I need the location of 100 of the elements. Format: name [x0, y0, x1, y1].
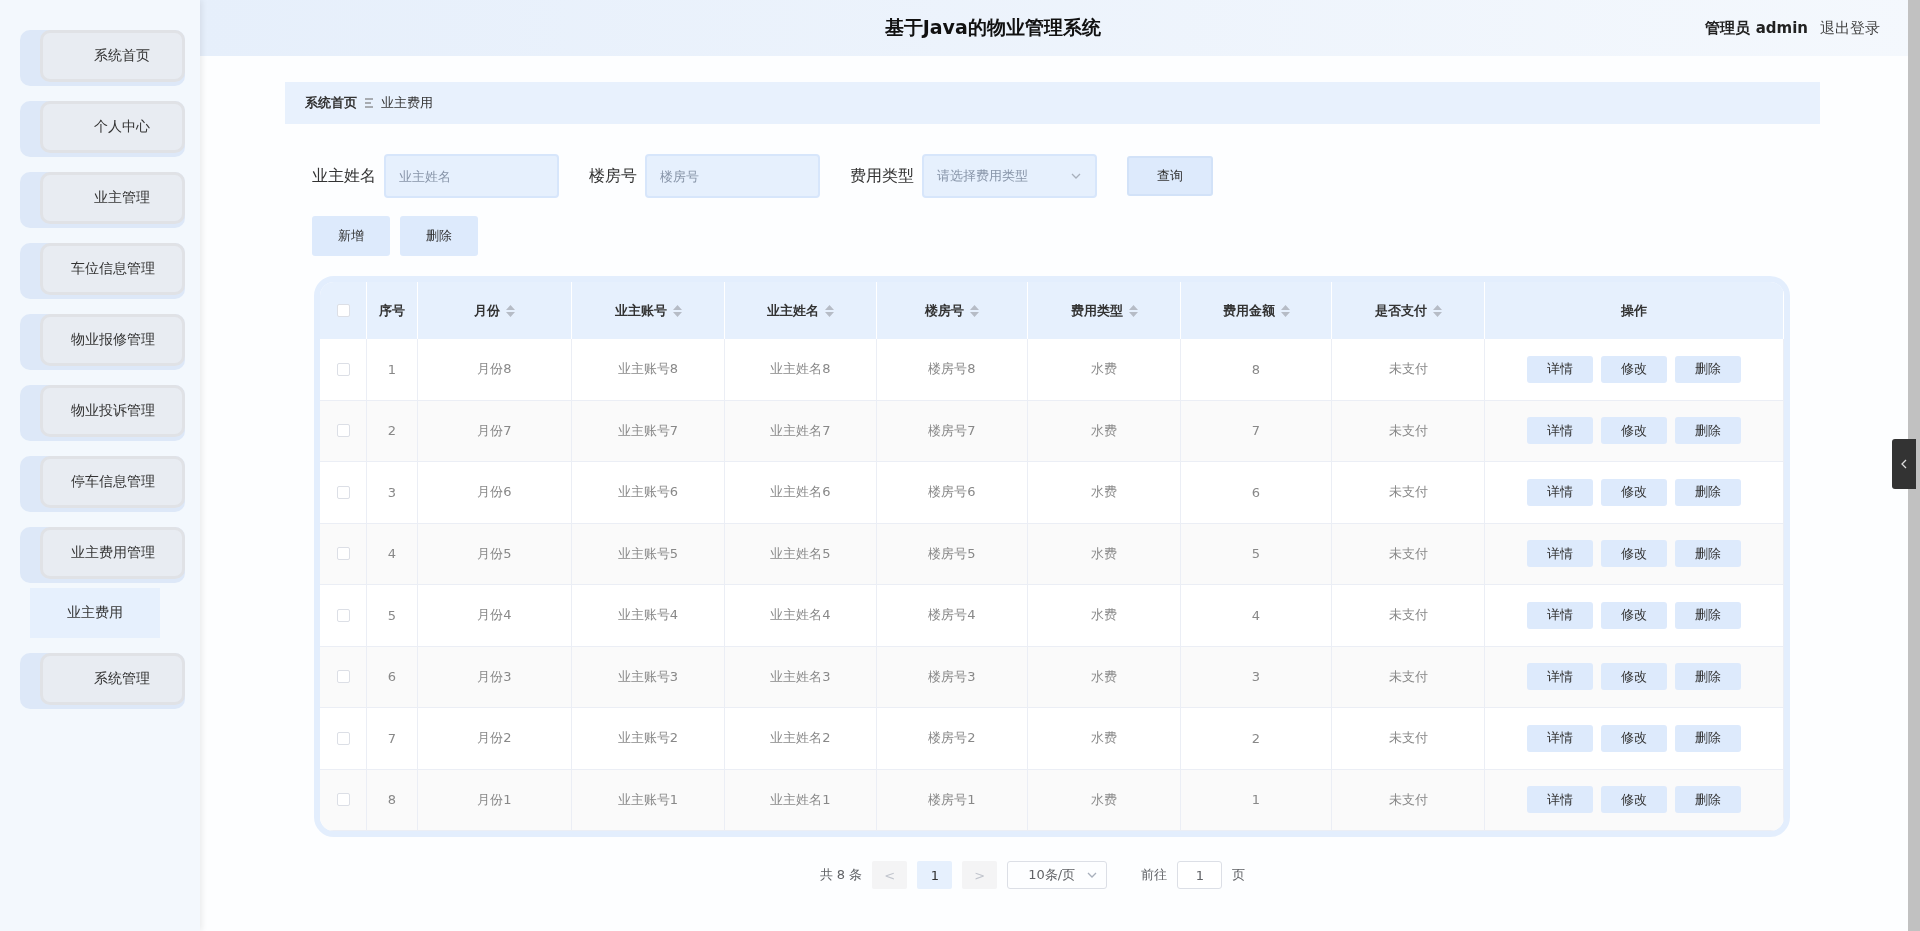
goto-label: 前往 — [1141, 866, 1168, 884]
column-header: 费用类型 — [1070, 301, 1123, 320]
delete-button[interactable]: 删除 — [1675, 417, 1741, 445]
checkbox[interactable] — [336, 793, 350, 807]
sidebar-item[interactable]: 系统管理 — [20, 653, 185, 709]
sort-icon[interactable] — [1280, 304, 1290, 317]
table-cell: 未支付 — [1388, 483, 1428, 502]
edit-button[interactable]: 修改 — [1601, 786, 1667, 814]
detail-button[interactable]: 详情 — [1527, 417, 1593, 445]
table-cell: 8 — [387, 792, 397, 808]
table-cell: 水费 — [1091, 667, 1117, 686]
detail-button[interactable]: 详情 — [1527, 355, 1593, 383]
table-cell: 未支付 — [1388, 544, 1428, 563]
detail-button[interactable]: 详情 — [1527, 786, 1593, 814]
column-header: 操作 — [1621, 301, 1647, 320]
table-cell: 7 — [387, 730, 397, 746]
sort-icon[interactable] — [1128, 304, 1138, 317]
checkbox[interactable] — [336, 362, 350, 376]
delete-button[interactable]: 删除 — [1675, 724, 1741, 752]
table-cell: 8 — [1251, 361, 1261, 377]
table-cell: 业主姓名1 — [770, 790, 831, 809]
checkbox[interactable] — [336, 608, 350, 622]
column-header: 是否支付 — [1374, 301, 1427, 320]
table-cell: 水费 — [1091, 606, 1117, 625]
submenu-item[interactable]: 业主费用 — [30, 588, 160, 638]
table-cell: 月份5 — [477, 544, 512, 563]
logout-link[interactable]: 退出登录 — [1820, 18, 1880, 38]
sidebar-item[interactable]: 业主管理 — [20, 172, 185, 228]
column-header: 楼房号 — [925, 301, 964, 320]
delete-button[interactable]: 删除 — [1675, 355, 1741, 383]
sort-icon[interactable] — [672, 304, 682, 317]
table-cell: 业主账号5 — [617, 544, 679, 563]
delete-button[interactable]: 删除 — [1675, 786, 1741, 814]
side-tab[interactable] — [1892, 439, 1916, 489]
delete-button[interactable]: 删除 — [1675, 540, 1741, 568]
table-cell: 4 — [1251, 607, 1261, 623]
table-cell: 水费 — [1091, 544, 1117, 563]
table-cell: 业主账号4 — [617, 606, 679, 625]
sidebar-item[interactable]: 物业报修管理 — [20, 314, 185, 370]
input-field[interactable]: 楼房号 — [645, 154, 820, 198]
sort-icon[interactable] — [506, 304, 515, 317]
checkbox[interactable] — [336, 731, 350, 745]
breadcrumb-link[interactable]: 业主费用 — [381, 94, 433, 112]
page-input[interactable]: 1 — [1177, 861, 1223, 889]
checkbox[interactable] — [336, 304, 350, 317]
table-cell: 5 — [387, 607, 397, 623]
edit-button[interactable]: 修改 — [1601, 724, 1667, 752]
detail-button[interactable]: 详情 — [1527, 724, 1593, 752]
sidebar-item[interactable]: 系统首页 — [20, 30, 185, 86]
delete-button[interactable]: 删除 — [1675, 663, 1741, 691]
table-cell: 楼房号1 — [928, 790, 976, 809]
input-field[interactable]: 业主姓名 — [384, 154, 559, 198]
table-cell: 未支付 — [1388, 667, 1428, 686]
page-size-select[interactable]: 10条/页 — [1007, 861, 1108, 889]
sort-icon[interactable] — [970, 304, 979, 317]
edit-button[interactable]: 修改 — [1601, 663, 1667, 691]
sidebar-item[interactable]: 物业投诉管理 — [20, 385, 185, 441]
delete-button[interactable]: 删除 — [400, 216, 478, 256]
table-cell: 月份6 — [477, 483, 512, 502]
detail-button[interactable]: 详情 — [1527, 601, 1593, 629]
edit-button[interactable]: 修改 — [1601, 601, 1667, 629]
add-button[interactable]: 新增 — [312, 216, 390, 256]
total-count: 共 8 条 — [819, 866, 863, 884]
page-button[interactable]: 1 — [917, 861, 953, 889]
sort-icon[interactable] — [825, 304, 834, 317]
table-cell: 2 — [387, 423, 397, 439]
sort-icon[interactable] — [1432, 304, 1442, 317]
table-cell: 未支付 — [1388, 421, 1428, 440]
table-cell: 月份2 — [477, 729, 512, 748]
table-cell: 3 — [387, 484, 397, 500]
detail-button[interactable]: 详情 — [1527, 478, 1593, 506]
delete-button[interactable]: 删除 — [1675, 478, 1741, 506]
table-cell: 业主姓名2 — [770, 729, 831, 748]
detail-button[interactable]: 详情 — [1527, 663, 1593, 691]
table-cell: 业主账号3 — [617, 667, 679, 686]
table-cell: 业主姓名3 — [770, 667, 831, 686]
breadcrumb-link[interactable]: 系统首页 — [305, 94, 357, 112]
edit-button[interactable]: 修改 — [1601, 355, 1667, 383]
detail-button[interactable]: 详情 — [1527, 540, 1593, 568]
edit-button[interactable]: 修改 — [1601, 540, 1667, 568]
checkbox[interactable] — [336, 547, 350, 561]
scrollbar[interactable] — [1908, 0, 1920, 931]
sidebar-item[interactable]: 个人中心 — [20, 101, 185, 157]
sidebar-item[interactable]: 业主费用管理 — [20, 527, 185, 583]
edit-button[interactable]: 修改 — [1601, 417, 1667, 445]
sidebar-item[interactable]: 停车信息管理 — [20, 456, 185, 512]
search-button[interactable]: 查询 — [1127, 156, 1213, 196]
edit-button[interactable]: 修改 — [1601, 478, 1667, 506]
table-cell: 楼房号7 — [928, 421, 976, 440]
table-cell: 业主姓名7 — [770, 421, 831, 440]
separator-icon — [365, 98, 373, 108]
checkbox[interactable] — [336, 485, 350, 499]
delete-button[interactable]: 删除 — [1675, 601, 1741, 629]
sidebar-item[interactable]: 车位信息管理 — [20, 243, 185, 299]
table-cell: 楼房号5 — [928, 544, 976, 563]
checkbox[interactable] — [336, 670, 350, 684]
table-cell: 楼房号2 — [928, 729, 976, 748]
checkbox[interactable] — [336, 424, 350, 438]
table-cell: 水费 — [1091, 360, 1117, 379]
table-cell: 楼房号3 — [928, 667, 976, 686]
